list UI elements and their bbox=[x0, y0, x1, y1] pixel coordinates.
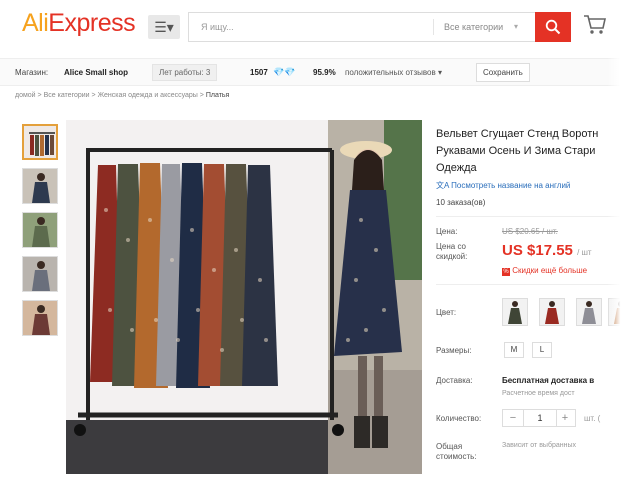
total-label-line: Общая bbox=[436, 442, 463, 451]
thumbnail-image bbox=[24, 126, 56, 158]
aliexpress-logo[interactable]: AliExpress bbox=[22, 9, 136, 38]
quantity-increase-button[interactable]: + bbox=[555, 410, 575, 426]
thumbnail-image bbox=[23, 213, 57, 247]
logo-part-ali: Ali bbox=[22, 9, 49, 37]
discount-price-label: Цена со скидкой: bbox=[436, 242, 467, 262]
quantity-input[interactable]: 1 bbox=[523, 410, 557, 426]
color-option-image bbox=[577, 299, 601, 325]
store-rating-count: 1507 bbox=[250, 68, 268, 77]
thumbnail-image bbox=[23, 301, 57, 335]
color-label: Цвет: bbox=[436, 308, 457, 317]
save-store-button[interactable]: Сохранить bbox=[476, 63, 530, 82]
search-bar: Все категории ▾ bbox=[188, 12, 571, 42]
categories-menu-button[interactable]: ☰▾ bbox=[148, 15, 180, 39]
thumbnail-item[interactable] bbox=[22, 212, 58, 248]
breadcrumb-link-home[interactable]: домой bbox=[15, 92, 36, 99]
color-option[interactable] bbox=[539, 298, 565, 326]
product-photo bbox=[66, 120, 422, 474]
sizes-label: Размеры: bbox=[436, 346, 472, 355]
discount-price-value: US $17.55 bbox=[502, 242, 573, 259]
size-option-m[interactable]: M bbox=[504, 342, 524, 358]
thumbnail-image bbox=[23, 169, 57, 203]
breadcrumb-link-all-categories[interactable]: Все категории bbox=[44, 92, 90, 99]
product-main-image[interactable] bbox=[66, 120, 422, 474]
thumbnail-item[interactable] bbox=[22, 256, 58, 292]
positive-reviews-dropdown[interactable]: положительных отзывов ▾ bbox=[345, 68, 442, 77]
search-category-select[interactable]: Все категории bbox=[444, 13, 503, 41]
store-bar: Магазин: Alice Small shop Лет работы: 3 … bbox=[0, 58, 626, 86]
breadcrumb-link-womens-clothing[interactable]: Женская одежда и аксессуары bbox=[98, 92, 198, 99]
chevron-down-icon[interactable]: ▾ bbox=[514, 13, 518, 41]
old-price: US $20.65 / шт. bbox=[502, 227, 558, 236]
breadcrumb-separator: > bbox=[91, 92, 96, 99]
search-divider bbox=[433, 19, 434, 35]
color-option-image bbox=[540, 299, 564, 325]
edge-fade bbox=[607, 0, 626, 486]
price-label: Цена: bbox=[436, 227, 458, 236]
header: AliExpress ☰▾ Все категории ▾ bbox=[0, 0, 626, 56]
total-label: Общая стоимость: bbox=[436, 442, 477, 462]
discount-price-label-line: скидкой: bbox=[436, 252, 468, 261]
quantity-decrease-button[interactable]: − bbox=[503, 410, 523, 426]
shipping-time: Расчетное время дост bbox=[502, 390, 575, 397]
translate-icon: 文A bbox=[436, 181, 449, 190]
thumbnail-item[interactable] bbox=[22, 300, 58, 336]
size-option-l[interactable]: L bbox=[532, 342, 552, 358]
product-title-line: Рукавами Осень И Зима Стари bbox=[436, 145, 596, 157]
discount-price-label-line: Цена со bbox=[436, 242, 466, 251]
quantity-stepper: − 1 + bbox=[502, 409, 576, 427]
shipping-value[interactable]: Бесплатная доставка в bbox=[502, 376, 594, 385]
shipping-label: Доставка: bbox=[436, 376, 473, 385]
cart-icon bbox=[584, 15, 606, 34]
product-title-line: Вельвет Сгущает Стенд Воротн bbox=[436, 128, 599, 140]
color-option[interactable] bbox=[576, 298, 602, 326]
breadcrumb-separator: > bbox=[199, 92, 204, 99]
diamond-icon: 💎💎 bbox=[273, 67, 296, 77]
logo-part-express: Express bbox=[48, 9, 136, 37]
translate-link-text: Посмотреть название на англий bbox=[451, 181, 571, 190]
store-label: Магазин: bbox=[15, 68, 49, 77]
more-discounts-link[interactable]: % Скидки ещё больше bbox=[502, 266, 587, 276]
product-title: Вельвет Сгущает Стенд Воротн Рукавами Ос… bbox=[436, 126, 626, 177]
positive-rate: 95.9% bbox=[313, 68, 336, 77]
price-per-unit: / шт bbox=[577, 248, 592, 257]
divider bbox=[436, 216, 626, 217]
thumbnail-item[interactable] bbox=[22, 168, 58, 204]
product-title-line: Одежда bbox=[436, 162, 477, 174]
breadcrumb-separator: > bbox=[37, 92, 42, 99]
quantity-unit: шт. ( bbox=[584, 414, 601, 423]
total-label-line: стоимость: bbox=[436, 452, 477, 461]
store-years-badge: Лет работы: 3 bbox=[152, 64, 218, 81]
color-option[interactable] bbox=[502, 298, 528, 326]
breadcrumb: домой > Все категории > Женская одежда и… bbox=[15, 92, 229, 99]
thumbnail-item[interactable] bbox=[22, 124, 58, 160]
discount-price: US $17.55 / шт bbox=[502, 242, 592, 259]
breadcrumb-current: Платья bbox=[205, 92, 230, 99]
store-name-link[interactable]: Alice Small shop bbox=[64, 68, 128, 77]
coupon-icon: % bbox=[502, 268, 510, 276]
cart-button[interactable] bbox=[583, 14, 607, 41]
orders-count: 10 заказа(ов) bbox=[436, 198, 486, 207]
translate-title-link[interactable]: 文A Посмотреть название на англий bbox=[436, 180, 570, 191]
search-button[interactable] bbox=[535, 12, 571, 42]
thumbnail-image bbox=[23, 257, 57, 291]
more-discounts-text: Скидки ещё больше bbox=[512, 266, 588, 275]
search-input[interactable] bbox=[189, 13, 429, 41]
quantity-label: Количество: bbox=[436, 414, 482, 423]
color-option-image bbox=[503, 299, 527, 325]
search-icon bbox=[545, 19, 561, 35]
divider bbox=[436, 284, 626, 285]
total-value: Зависит от выбранных bbox=[502, 442, 577, 449]
